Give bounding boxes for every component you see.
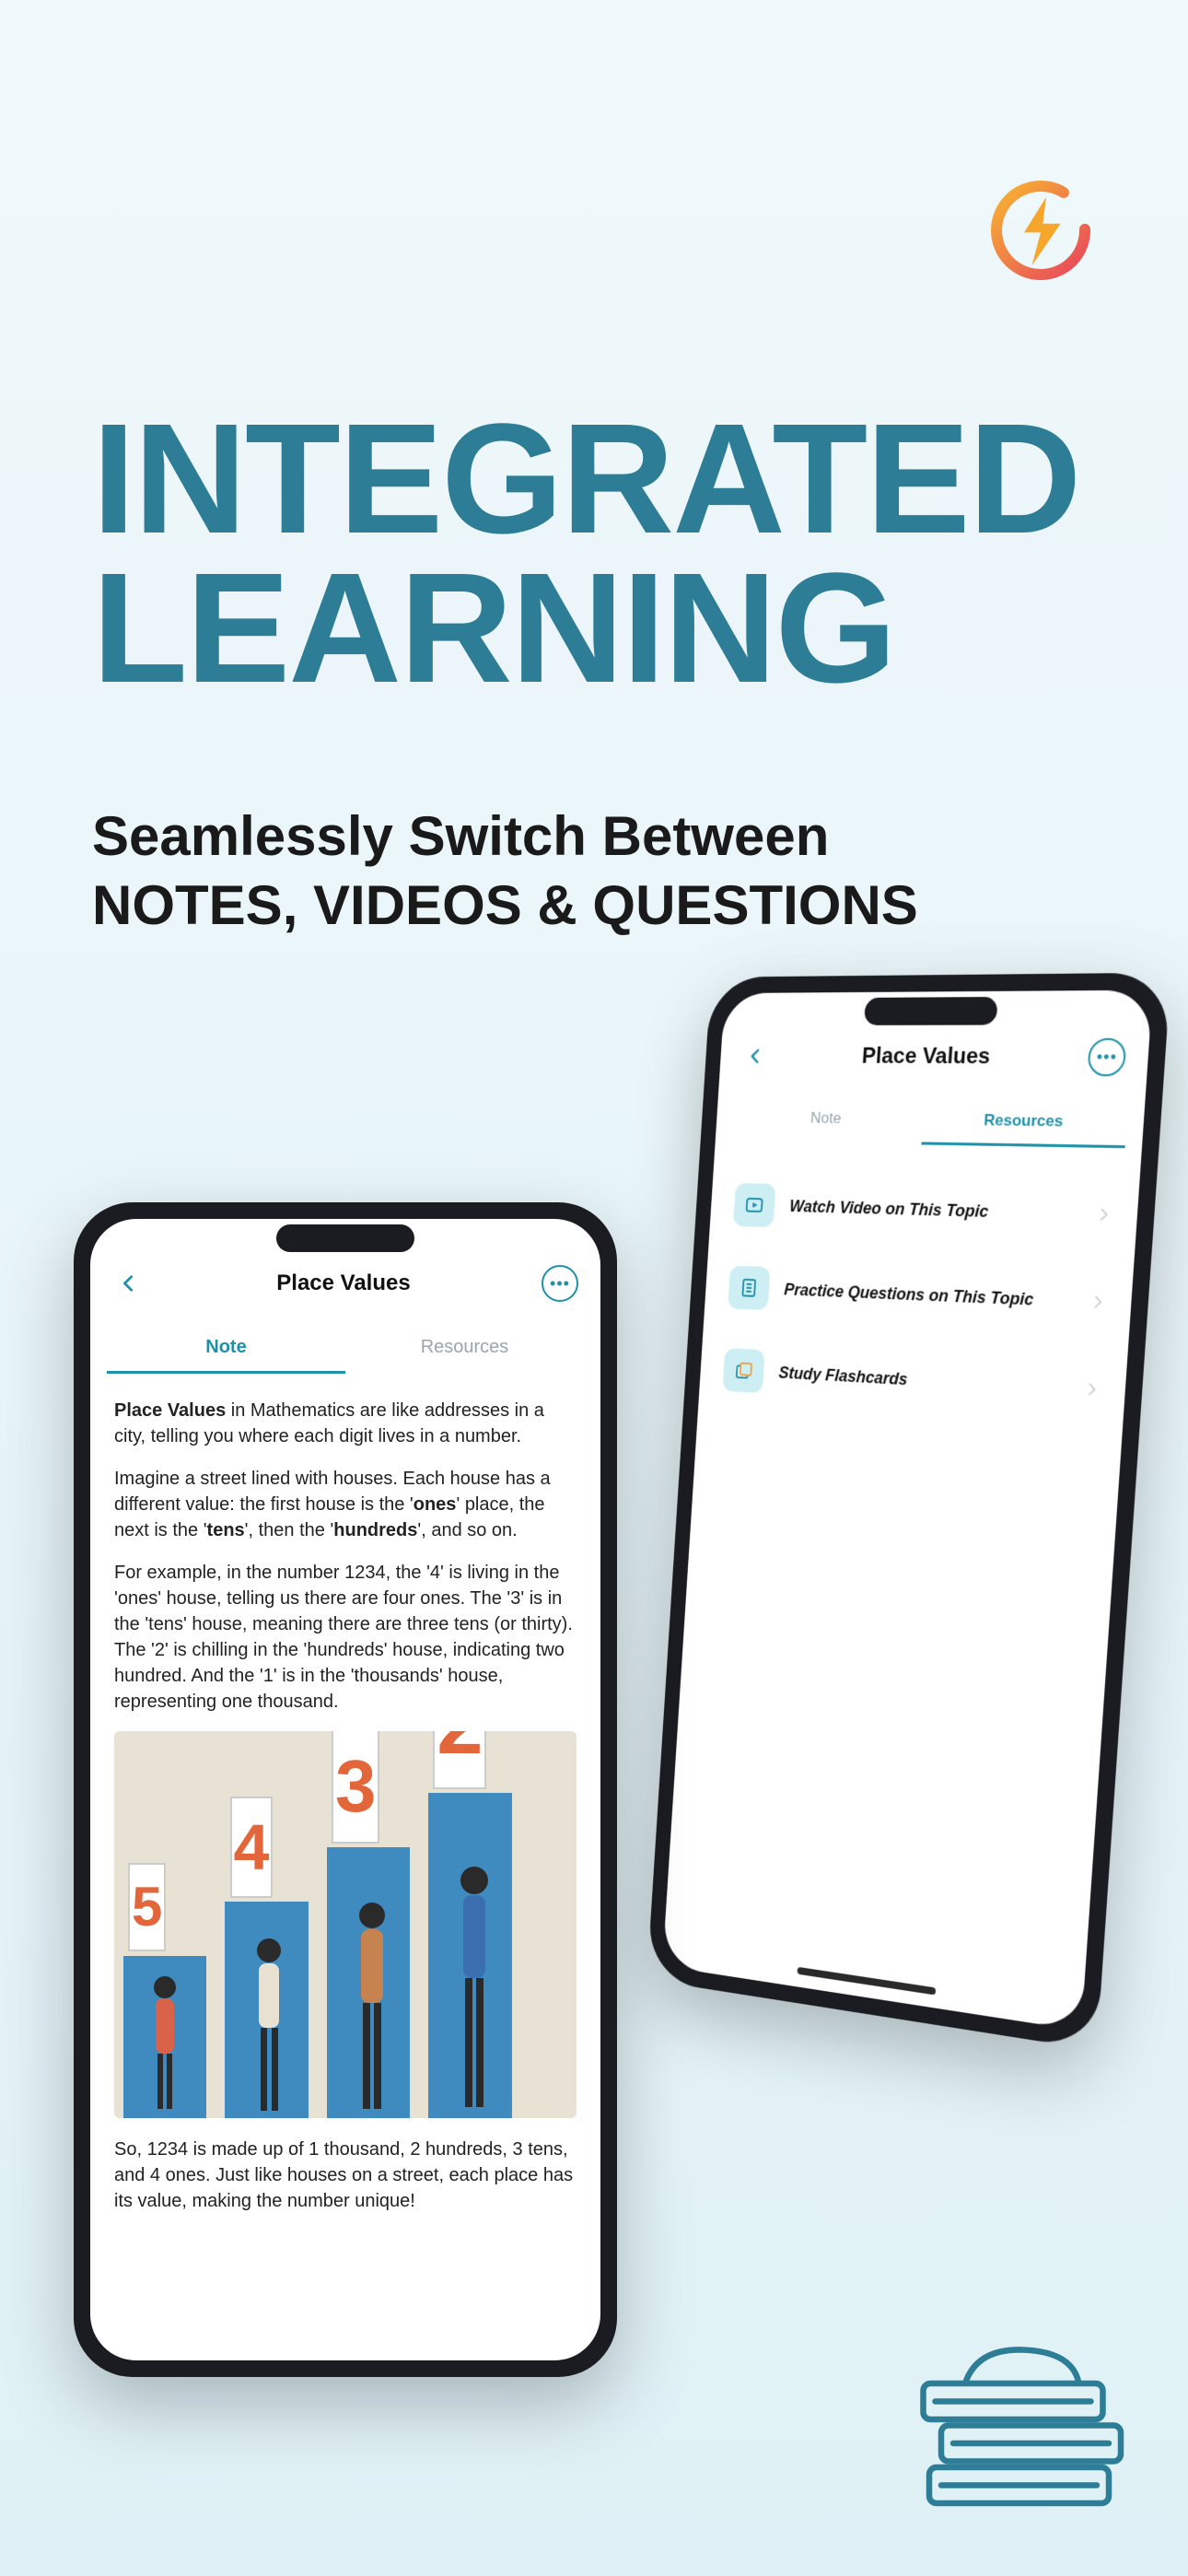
person-icon — [447, 1860, 502, 2118]
person-icon — [244, 1934, 295, 2118]
resource-label: Practice Questions on This Topic — [784, 1280, 1075, 1311]
chevron-right-icon — [1096, 1207, 1112, 1223]
play-icon — [733, 1183, 776, 1227]
back-button[interactable] — [740, 1040, 772, 1072]
tab-resources[interactable]: Resources — [921, 1097, 1128, 1148]
books-illustration — [893, 2300, 1133, 2539]
more-horizontal-icon: ••• — [1096, 1048, 1118, 1068]
chevron-left-icon — [119, 1273, 139, 1294]
clipboard-icon — [728, 1266, 770, 1311]
back-button[interactable] — [112, 1267, 146, 1300]
note-paragraph: Imagine a street lined with houses. Each… — [114, 1466, 577, 1543]
chevron-left-icon — [747, 1048, 764, 1066]
brand-logo — [985, 175, 1096, 286]
phone-mockup-notes: Place Values ••• Note Resources Place Va… — [74, 1202, 617, 2377]
person-icon — [345, 1897, 399, 2118]
note-bold: ones — [413, 1494, 457, 1515]
phone-notch — [864, 997, 998, 1025]
hero-headline: INTEGRATED LEARNING — [92, 405, 1096, 703]
note-text: ', and so on. — [417, 1520, 517, 1540]
note-bold: Place Values — [114, 1400, 226, 1421]
cards-icon — [722, 1348, 764, 1393]
note-illustration: 5 4 3 2 — [114, 1731, 577, 2118]
illus-digit: 4 — [230, 1797, 274, 1898]
resource-label: Study Flashcards — [778, 1363, 1068, 1398]
note-bold: hundreds — [333, 1520, 417, 1540]
note-bold: tens — [207, 1520, 245, 1540]
illus-digit: 3 — [332, 1731, 380, 1844]
tab-note[interactable]: Note — [730, 1095, 925, 1144]
resource-item-flashcards[interactable]: Study Flashcards — [715, 1328, 1110, 1434]
subhead-line-1: Seamlessly Switch Between — [92, 802, 1096, 871]
subhead-line-2: NOTES, VIDEOS & QUESTIONS — [92, 871, 1096, 940]
hero-subheading: Seamlessly Switch Between NOTES, VIDEOS … — [92, 802, 1096, 940]
note-paragraph: For example, in the number 1234, the '4'… — [114, 1560, 577, 1715]
phone-mockup-resources: Place Values ••• Note Resources Watch Vi… — [646, 973, 1171, 2051]
note-content: Place Values in Mathematics are like add… — [90, 1381, 600, 2247]
headline-line-2: LEARNING — [92, 555, 1096, 704]
tab-resources[interactable]: Resources — [345, 1324, 584, 1374]
illus-digit: 2 — [433, 1731, 486, 1789]
page-title: Place Values — [276, 1270, 410, 1296]
chevron-right-icon — [1084, 1381, 1100, 1397]
more-horizontal-icon: ••• — [550, 1274, 570, 1294]
note-paragraph: So, 1234 is made up of 1 thousand, 2 hun… — [114, 2137, 577, 2214]
page-title: Place Values — [861, 1044, 991, 1071]
phone-notch — [276, 1224, 414, 1252]
note-text: ', then the ' — [245, 1520, 334, 1540]
note-paragraph: Place Values in Mathematics are like add… — [114, 1398, 577, 1449]
more-button[interactable]: ••• — [542, 1265, 578, 1302]
headline-line-1: INTEGRATED — [92, 405, 1096, 555]
resource-item-video[interactable]: Watch Video on This Topic — [725, 1163, 1121, 1259]
more-button[interactable]: ••• — [1087, 1038, 1126, 1077]
chevron-right-icon — [1089, 1294, 1105, 1310]
person-icon — [142, 1971, 188, 2118]
resource-label: Watch Video on This Topic — [789, 1197, 1080, 1224]
illus-digit: 5 — [128, 1863, 166, 1951]
tab-note[interactable]: Note — [107, 1324, 345, 1374]
